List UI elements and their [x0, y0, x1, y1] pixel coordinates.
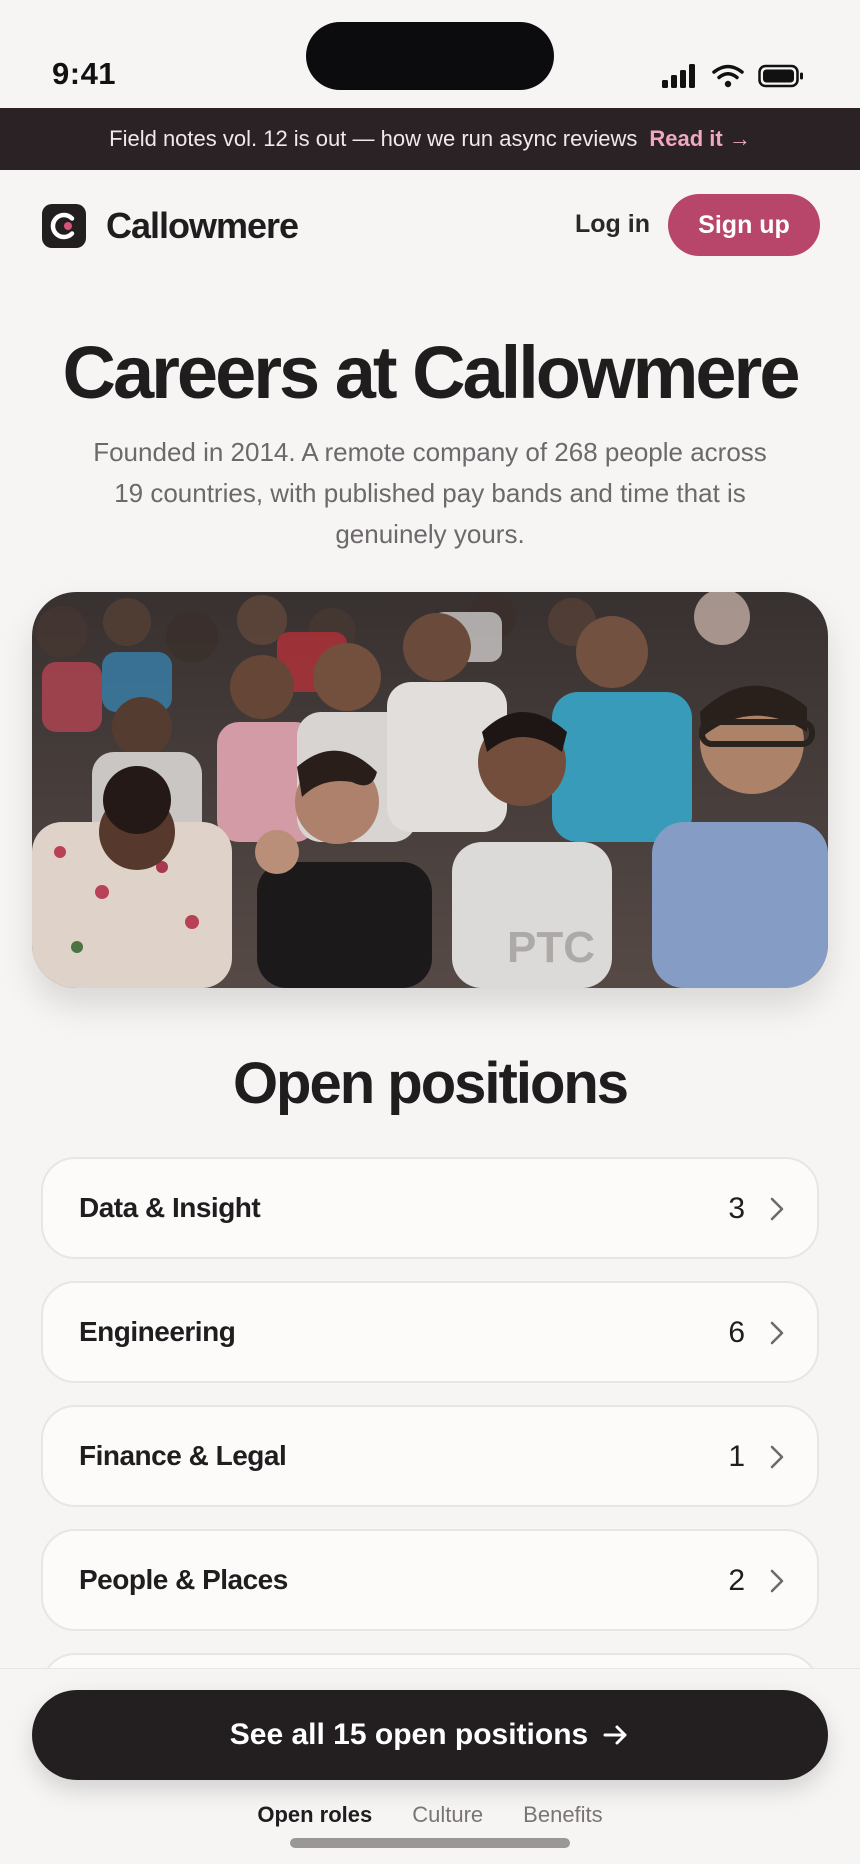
banner-read-link[interactable]: Read it →	[649, 126, 750, 152]
department-name: Data & Insight	[79, 1192, 261, 1223]
status-time: 9:41	[52, 56, 117, 91]
top-nav: Callowmere Log in Sign up	[0, 170, 860, 282]
dynamic-island	[306, 22, 554, 90]
department-name: Engineering	[79, 1316, 236, 1347]
brand-logo-icon[interactable]	[42, 204, 86, 248]
announcement-banner: Field notes vol. 12 is out — how we run …	[0, 108, 860, 170]
cta-label: See all 15 open positions	[229, 1718, 589, 1751]
chevron-right-icon	[770, 1321, 784, 1345]
signal-icon	[662, 64, 695, 88]
chevron-right-icon	[770, 1197, 784, 1221]
section-title-open-positions: Open positions	[232, 1051, 629, 1116]
tab-culture[interactable]: Culture	[412, 1802, 483, 1828]
bottom-tabs: Open roles Culture Benefits	[0, 1802, 860, 1828]
tab-open-roles[interactable]: Open roles	[257, 1802, 372, 1828]
battery-icon	[758, 64, 803, 88]
department-count: 6	[728, 1316, 745, 1349]
chevron-right-icon	[770, 1569, 784, 1593]
hero-subtitle: Founded in 2014. A remote company of 268…	[93, 437, 767, 549]
signup-button[interactable]: Sign up	[668, 194, 820, 256]
department-row[interactable]: Engineering 6	[41, 1281, 819, 1383]
home-indicator	[290, 1838, 570, 1848]
brand-name[interactable]: Callowmere	[106, 205, 299, 247]
department-row[interactable]: People & Places 2	[41, 1529, 819, 1631]
department-count: 3	[728, 1192, 745, 1225]
department-name: People & Places	[79, 1564, 288, 1595]
status-bar: 9:41	[0, 0, 860, 108]
hero-crowd-photo: PTC	[32, 592, 828, 988]
status-icons	[662, 64, 804, 88]
department-list: Data & Insight 3 Engineering 6 Finance &…	[41, 1157, 819, 1735]
tab-benefits[interactable]: Benefits	[523, 1802, 603, 1828]
login-link[interactable]: Log in	[575, 210, 650, 239]
department-count: 2	[728, 1564, 745, 1597]
chevron-right-icon	[770, 1445, 784, 1469]
see-all-positions-button[interactable]: See all 15 open positions	[32, 1690, 828, 1780]
department-count: 1	[728, 1440, 745, 1473]
wifi-icon	[712, 64, 744, 88]
department-row[interactable]: Finance & Legal 1	[41, 1405, 819, 1507]
department-row[interactable]: Data & Insight 3	[41, 1157, 819, 1259]
department-name: Finance & Legal	[79, 1440, 287, 1471]
arrow-right-icon	[603, 1725, 627, 1745]
banner-text: Field notes vol. 12 is out — how we run …	[109, 126, 638, 151]
page-title: Careers at Callowmere	[62, 331, 801, 414]
